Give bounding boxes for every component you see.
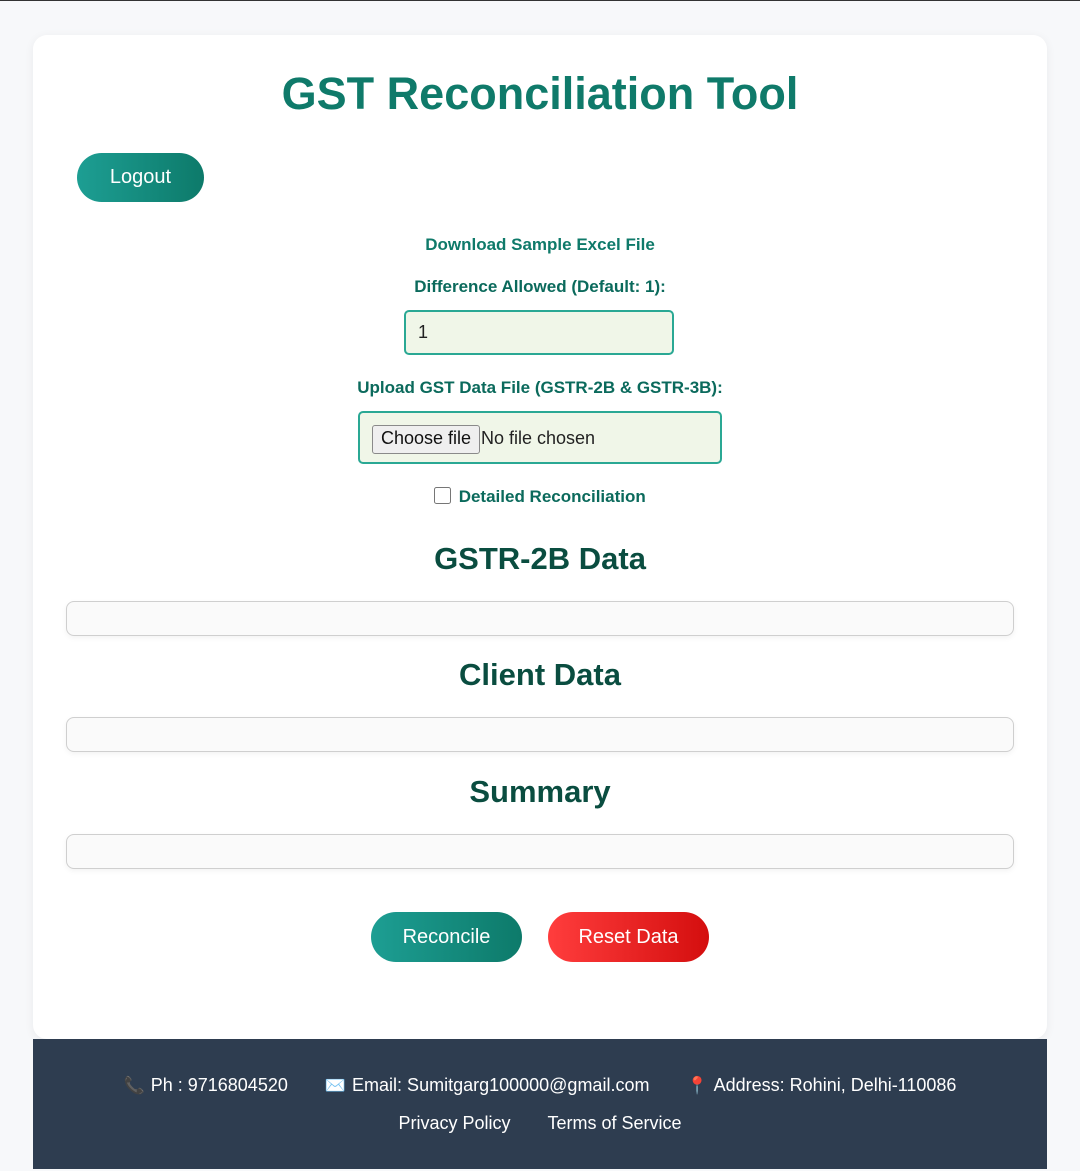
detailed-reconciliation-checkbox[interactable] [434,487,452,504]
client-data-container[interactable] [66,717,1014,752]
file-status-text: No file chosen [481,428,596,448]
gstr2b-section-title: GSTR-2B Data [434,541,646,576]
terms-of-service-link[interactable]: Terms of Service [548,1111,682,1135]
footer-phone-text: Ph : 9716804520 [150,1075,288,1095]
location-pin-icon: 📍 [686,1076,708,1095]
logout-button[interactable]: Logout [77,153,204,202]
footer-phone: 📞 Ph : 9716804520 [124,1073,288,1098]
difference-label: Difference Allowed (Default: 1): [414,277,666,296]
detailed-reconciliation-row: Detailed Reconciliation [33,485,1047,510]
download-sample-link[interactable]: Download Sample Excel File [33,234,1047,256]
privacy-policy-link[interactable]: Privacy Policy [398,1111,510,1135]
gstr2b-data-container[interactable] [66,601,1014,636]
footer-email: ✉️ Email: Sumitgarg100000@gmail.com [325,1073,650,1098]
client-section-title: Client Data [459,657,621,692]
email-icon: ✉️ [324,1076,347,1095]
main-card: GST Reconciliation Tool Logout Download … [33,35,1047,1039]
reconcile-button[interactable]: Reconcile [371,912,522,962]
footer-address-text: Address: Rohini, Delhi-110086 [713,1075,957,1095]
footer-email-text: Email: Sumitgarg100000@gmail.com [352,1075,650,1095]
page-title: GST Reconciliation Tool [281,68,799,119]
detailed-reconciliation-label[interactable]: Detailed Reconciliation [459,487,646,506]
footer-links-row: Privacy Policy Terms of Service [33,1111,1047,1135]
phone-icon: 📞 [123,1076,145,1095]
reset-data-button[interactable]: Reset Data [548,912,709,962]
difference-input[interactable] [404,310,674,355]
footer-contact-row: 📞 Ph : 9716804520 ✉️ Email: Sumitgarg10000… [33,1073,1047,1098]
footer-address: 📍 Address: Rohini, Delhi-110086 [686,1073,956,1098]
upload-label: Upload GST Data File (GSTR-2B & GSTR-3B)… [357,378,723,397]
choose-file-button[interactable]: Choose file [372,425,481,454]
summary-section-title: Summary [469,774,611,809]
footer: 📞 Ph : 9716804520 ✉️ Email: Sumitgarg10000… [33,1039,1047,1169]
file-upload-field[interactable]: Choose file No file chosen [358,411,722,464]
summary-container[interactable] [66,834,1014,869]
